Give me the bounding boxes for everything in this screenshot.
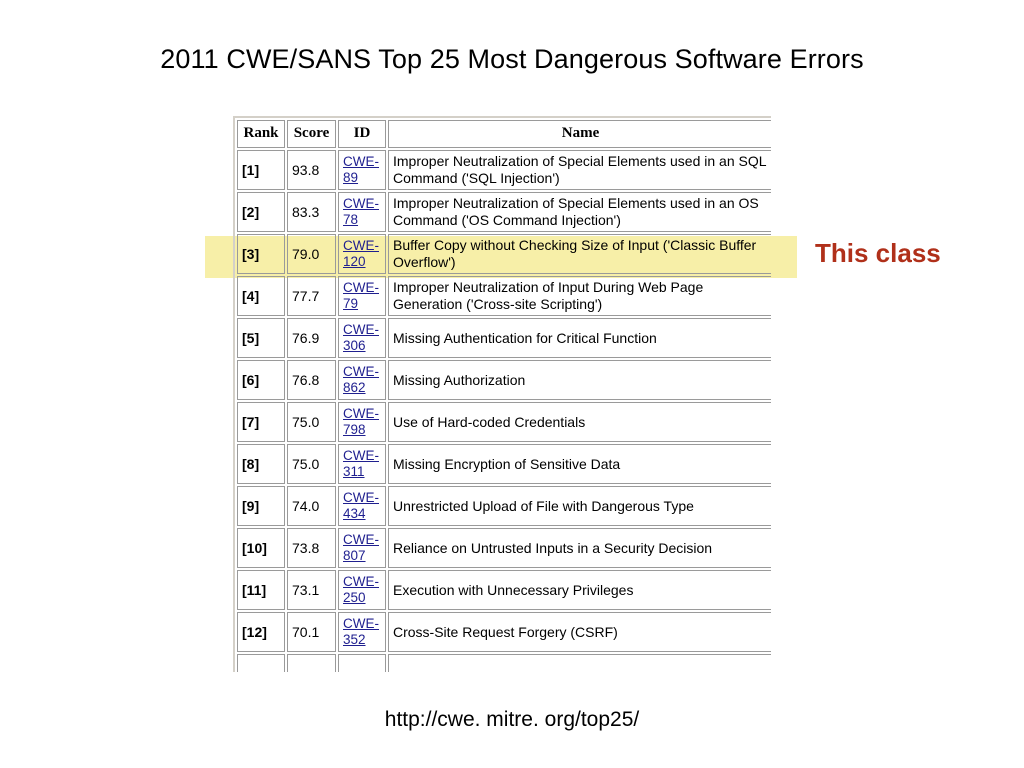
cwe-link[interactable]: CWE-79 xyxy=(343,280,379,311)
column-header-name: Name xyxy=(388,120,771,148)
cell-id: CWE-120 xyxy=(338,234,386,274)
cell-score: 77.7 xyxy=(287,276,336,316)
cell-score: 75.0 xyxy=(287,444,336,484)
table-row: [4] 77.7 CWE-79 Improper Neutralization of … xyxy=(237,276,771,316)
cell-rank xyxy=(237,654,285,672)
cell-score: 75.0 xyxy=(287,402,336,442)
cwe-table-viewport: Rank Score ID Name [1] 93.8 CWE-89 Improper… xyxy=(233,116,771,672)
cell-rank: [11] xyxy=(237,570,285,610)
cwe-link[interactable]: CWE-807 xyxy=(343,532,379,563)
table-row: [2] 83.3 CWE-78 Improper Neutralization of … xyxy=(237,192,771,232)
cell-score: 76.8 xyxy=(287,360,336,400)
cwe-link[interactable]: CWE-89 xyxy=(343,154,379,185)
cell-score: 70.1 xyxy=(287,612,336,652)
table-row: [5] 76.9 CWE-306 Missing Authentication for… xyxy=(237,318,771,358)
cell-rank: [10] xyxy=(237,528,285,568)
cell-name: Improper Neutralization of Special Eleme… xyxy=(388,192,771,232)
table-row: [12] 70.1 CWE-352 Cross-Site Request Forger… xyxy=(237,612,771,652)
cwe-link[interactable]: CWE-78 xyxy=(343,196,379,227)
table-row: [7] 75.0 CWE-798 Use of Hard-coded Credenti… xyxy=(237,402,771,442)
cell-rank: [4] xyxy=(237,276,285,316)
cell-score: 93.8 xyxy=(287,150,336,190)
cell-score: 73.8 xyxy=(287,528,336,568)
cell-id: CWE-311 xyxy=(338,444,386,484)
cell-rank: [8] xyxy=(237,444,285,484)
cell-name: Improper Neutralization of Special Eleme… xyxy=(388,150,771,190)
cwe-top25-table: Rank Score ID Name [1] 93.8 CWE-89 Improper… xyxy=(233,116,771,672)
cell-id: CWE-434 xyxy=(338,486,386,526)
this-class-callout: This class xyxy=(815,238,941,268)
cell-rank: [7] xyxy=(237,402,285,442)
cell-score: 73.1 xyxy=(287,570,336,610)
cell-name: Missing Authorization xyxy=(388,360,771,400)
cell-name: Missing Authentication for Critical Func… xyxy=(388,318,771,358)
cell-rank: [12] xyxy=(237,612,285,652)
cell-name xyxy=(388,654,771,672)
cwe-link[interactable]: CWE-798 xyxy=(343,406,379,437)
cell-rank: [1] xyxy=(237,150,285,190)
table-header-row: Rank Score ID Name xyxy=(237,120,771,148)
cwe-link[interactable]: CWE-311 xyxy=(343,448,379,479)
cell-name: Reliance on Untrusted Inputs in a Securi… xyxy=(388,528,771,568)
cell-rank: [3] xyxy=(237,234,285,274)
source-url-text: http://cwe. mitre. org/top25/ xyxy=(384,708,640,731)
cell-rank: [9] xyxy=(237,486,285,526)
cwe-link[interactable]: CWE-434 xyxy=(343,490,379,521)
table-row: [9] 74.0 CWE-434 Unrestricted Upload of Fil… xyxy=(237,486,771,526)
cwe-link[interactable]: CWE-120 xyxy=(343,238,379,269)
table-row: [3] 79.0 CWE-120 Buffer Copy without Checki… xyxy=(237,234,771,274)
table-row: [8] 75.0 CWE-311 Missing Encryption of Sens… xyxy=(237,444,771,484)
table-body: [1] 93.8 CWE-89 Improper Neutralization of … xyxy=(237,150,771,672)
table-row: [6] 76.8 CWE-862 Missing Authorization xyxy=(237,360,771,400)
cwe-link[interactable]: CWE-352 xyxy=(343,616,379,647)
cell-id: CWE-862 xyxy=(338,360,386,400)
cell-name: Cross-Site Request Forgery (CSRF) xyxy=(388,612,771,652)
cell-id: CWE-89 xyxy=(338,150,386,190)
cell-id: CWE-352 xyxy=(338,612,386,652)
cell-id xyxy=(338,654,386,672)
cell-rank: [2] xyxy=(237,192,285,232)
table-row: [1] 93.8 CWE-89 Improper Neutralization of … xyxy=(237,150,771,190)
cell-score xyxy=(287,654,336,672)
cwe-link[interactable]: CWE-250 xyxy=(343,574,379,605)
cell-name: Buffer Copy without Checking Size of Inp… xyxy=(388,234,771,274)
cell-name: Unrestricted Upload of File with Dangero… xyxy=(388,486,771,526)
cwe-link[interactable]: CWE-862 xyxy=(343,364,379,395)
cell-id: CWE-79 xyxy=(338,276,386,316)
cell-id: CWE-306 xyxy=(338,318,386,358)
cell-id: CWE-807 xyxy=(338,528,386,568)
cell-score: 76.9 xyxy=(287,318,336,358)
column-header-id: ID xyxy=(338,120,386,148)
cell-id: CWE-250 xyxy=(338,570,386,610)
cell-name: Missing Encryption of Sensitive Data xyxy=(388,444,771,484)
table-row xyxy=(237,654,771,672)
cwe-link[interactable]: CWE-306 xyxy=(343,322,379,353)
column-header-score: Score xyxy=(287,120,336,148)
cell-score: 74.0 xyxy=(287,486,336,526)
cell-name: Use of Hard-coded Credentials xyxy=(388,402,771,442)
cell-name: Improper Neutralization of Input During … xyxy=(388,276,771,316)
cell-rank: [6] xyxy=(237,360,285,400)
cell-id: CWE-78 xyxy=(338,192,386,232)
cell-score: 83.3 xyxy=(287,192,336,232)
table-row: [11] 73.1 CWE-250 Execution with Unnecessar… xyxy=(237,570,771,610)
cell-rank: [5] xyxy=(237,318,285,358)
table-row: [10] 73.8 CWE-807 Reliance on Untrusted Inp… xyxy=(237,528,771,568)
cell-name: Execution with Unnecessary Privileges xyxy=(388,570,771,610)
cell-score: 79.0 xyxy=(287,234,336,274)
cell-id: CWE-798 xyxy=(338,402,386,442)
column-header-rank: Rank xyxy=(237,120,285,148)
page-title: 2011 CWE/SANS Top 25 Most Dangerous Soft… xyxy=(160,44,864,74)
